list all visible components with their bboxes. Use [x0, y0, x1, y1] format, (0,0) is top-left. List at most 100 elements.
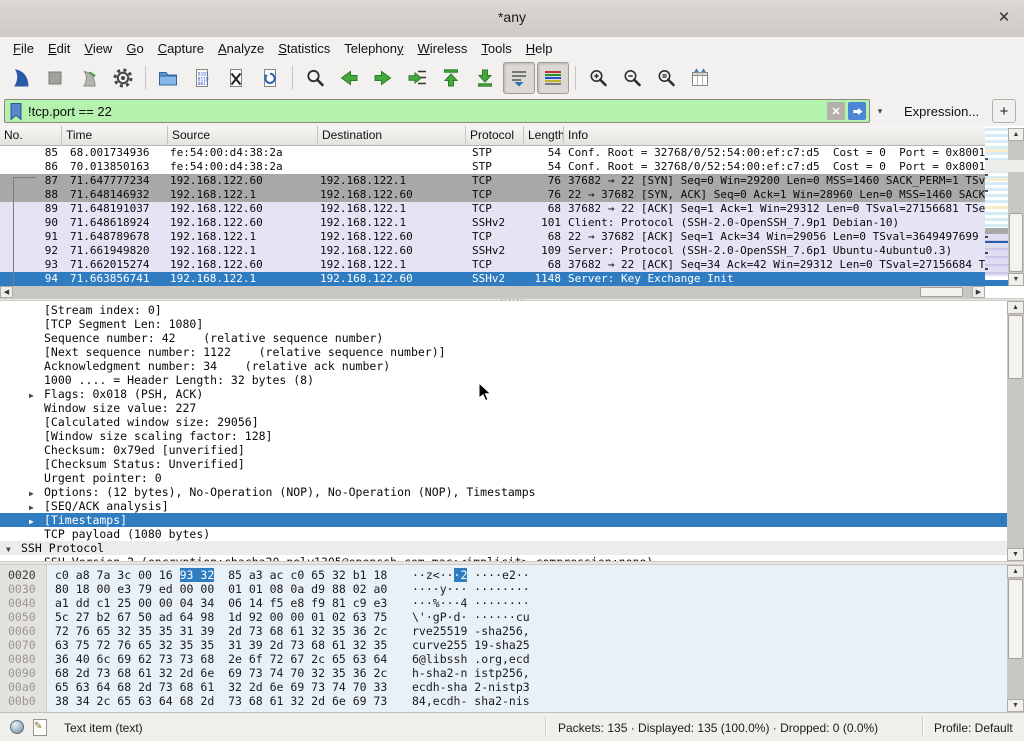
bookmark-icon[interactable]	[9, 102, 23, 121]
detail-line[interactable]: [TCP Segment Len: 1080]	[0, 317, 1007, 331]
detail-line[interactable]: Checksum: 0x79ed [unverified]	[0, 443, 1007, 457]
auto-scroll-toggle[interactable]	[503, 62, 535, 94]
packet-row-88[interactable]: 8871.648146932192.168.122.1192.168.122.6…	[0, 188, 985, 202]
packet-row-94-selected[interactable]: 9471.663856741192.168.122.1192.168.122.6…	[0, 272, 985, 286]
hex-row[interactable]: 0020c0 a8 7a 3c 00 16 93 32 85 a3 ac c0 …	[0, 568, 1007, 582]
scroll-up-arrow[interactable]	[1008, 128, 1024, 141]
close-capture-button[interactable]	[220, 62, 252, 94]
stop-capture-button[interactable]	[39, 62, 71, 94]
expander-icon[interactable]: ▶	[29, 389, 44, 401]
menu-statistics[interactable]: Statistics	[271, 39, 337, 58]
expert-info-icon[interactable]	[10, 720, 24, 734]
add-filter-button[interactable]: +	[992, 99, 1016, 123]
profile-label[interactable]: Profile: Default	[934, 721, 1013, 735]
menu-help[interactable]: Help	[519, 39, 560, 58]
hex-row[interactable]: 00a065 63 64 68 2d 73 68 61 32 2d 6e 69 …	[0, 680, 1007, 694]
display-filter-input[interactable]: !tcp.port == 22 ✕	[4, 99, 870, 123]
packet-list-hscrollbar[interactable]	[0, 286, 985, 298]
detail-line[interactable]: Urgent pointer: 0	[0, 471, 1007, 485]
zoom-100-button[interactable]	[650, 62, 682, 94]
expander-icon[interactable]: ▶	[29, 515, 44, 527]
packet-row-93[interactable]: 9371.662015274192.168.122.60192.168.122.…	[0, 258, 985, 272]
filter-apply-button[interactable]	[848, 102, 866, 120]
detail-line[interactable]: 1000 .... = Header Length: 32 bytes (8)	[0, 373, 1007, 387]
go-forward-button[interactable]	[367, 62, 399, 94]
menu-view[interactable]: View	[77, 39, 119, 58]
scroll-down-arrow[interactable]	[1007, 699, 1024, 712]
detail-line[interactable]: [Next sequence number: 1122 (relative se…	[0, 345, 1007, 359]
filter-clear-button[interactable]: ✕	[827, 102, 845, 120]
detail-line[interactable]: TCP payload (1080 bytes)	[0, 527, 1007, 541]
capture-comment-icon[interactable]	[33, 719, 47, 736]
detail-line-selected[interactable]: ▶[Timestamps]	[0, 513, 1007, 527]
restart-capture-button[interactable]	[73, 62, 105, 94]
hex-row[interactable]: 00b038 34 2c 65 63 64 68 2d 73 68 61 32 …	[0, 694, 1007, 708]
expander-icon[interactable]: ▶	[29, 487, 44, 499]
hex-row[interactable]: 00505c 27 b2 67 50 ad 64 98 1d 92 00 00 …	[0, 610, 1007, 624]
go-last-button[interactable]	[469, 62, 501, 94]
packet-row-85[interactable]: 8568.001734936fe:54:00:d4:38:2aSTP54Conf…	[0, 146, 985, 160]
scroll-thumb[interactable]	[920, 287, 963, 297]
menu-wireless[interactable]: Wireless	[411, 39, 475, 58]
detail-line[interactable]: Window size value: 227	[0, 401, 1007, 415]
packet-row-87[interactable]: 8771.647777234192.168.122.60192.168.122.…	[0, 174, 985, 188]
hex-row[interactable]: 006072 76 65 32 35 35 31 39 2d 73 68 61 …	[0, 624, 1007, 638]
scroll-down-arrow[interactable]	[1008, 273, 1024, 286]
filter-history-dropdown[interactable]: ▾	[872, 106, 888, 117]
column-time[interactable]: Time	[62, 126, 168, 145]
save-capture-button[interactable]: 010101100011	[186, 62, 218, 94]
reload-capture-button[interactable]	[254, 62, 286, 94]
expander-icon[interactable]: ▶	[29, 501, 44, 513]
scroll-thumb[interactable]	[1008, 579, 1023, 659]
menu-analyze[interactable]: Analyze	[211, 39, 271, 58]
scroll-thumb[interactable]	[1008, 315, 1023, 379]
go-to-packet-button[interactable]	[401, 62, 433, 94]
close-button[interactable]: ✕	[994, 8, 1014, 26]
menu-telephony[interactable]: Telephony	[337, 39, 410, 58]
hex-row[interactable]: 003080 18 00 e3 79 ed 00 00 01 01 08 0a …	[0, 582, 1007, 596]
details-vscrollbar[interactable]	[1007, 301, 1024, 561]
scroll-left-arrow[interactable]	[0, 286, 13, 298]
scroll-thumb[interactable]	[1009, 213, 1023, 272]
capture-options-button[interactable]	[107, 62, 139, 94]
detail-line[interactable]: ▶Flags: 0x018 (PSH, ACK)	[0, 387, 1007, 401]
column-info[interactable]: Info	[564, 126, 985, 145]
hex-row[interactable]: 007063 75 72 76 65 32 35 35 31 39 2d 73 …	[0, 638, 1007, 652]
packet-row-91[interactable]: 9171.648789678192.168.122.1192.168.122.6…	[0, 230, 985, 244]
menu-tools[interactable]: Tools	[474, 39, 518, 58]
menu-edit[interactable]: Edit	[41, 39, 77, 58]
detail-line[interactable]: [Stream index: 0]	[0, 303, 1007, 317]
column-destination[interactable]: Destination	[318, 126, 466, 145]
hex-row[interactable]: 0040a1 dd c1 25 00 00 04 34 06 14 f5 e8 …	[0, 596, 1007, 610]
expression-button[interactable]: Expression...	[904, 104, 979, 119]
column-protocol[interactable]: Protocol	[466, 126, 524, 145]
scroll-down-arrow[interactable]	[1007, 548, 1024, 561]
scroll-up-arrow[interactable]	[1007, 301, 1024, 314]
column-source[interactable]: Source	[168, 126, 318, 145]
start-capture-button[interactable]	[5, 62, 37, 94]
zoom-in-button[interactable]	[582, 62, 614, 94]
packet-row-90[interactable]: 9071.648618924192.168.122.60192.168.122.…	[0, 216, 985, 230]
go-back-button[interactable]	[333, 62, 365, 94]
column-length[interactable]: Length	[524, 126, 564, 145]
zoom-out-button[interactable]	[616, 62, 648, 94]
packet-row-92[interactable]: 9271.661949820192.168.122.1192.168.122.6…	[0, 244, 985, 258]
packet-list-minimap[interactable]	[985, 128, 1008, 286]
scroll-right-arrow[interactable]	[972, 286, 985, 298]
packet-row-86[interactable]: 8670.013850163fe:54:00:d4:38:2aSTP54Conf…	[0, 160, 985, 174]
packet-list-vscrollbar[interactable]	[1008, 128, 1024, 286]
title-bar[interactable]: *any ✕	[0, 0, 1024, 38]
colorize-toggle[interactable]	[537, 62, 569, 94]
scroll-up-arrow[interactable]	[1007, 565, 1024, 578]
open-capture-button[interactable]	[152, 62, 184, 94]
detail-line[interactable]: ▼SSH Protocol	[0, 541, 1007, 555]
packet-row-89[interactable]: 8971.648191037192.168.122.60192.168.122.…	[0, 202, 985, 216]
menu-capture[interactable]: Capture	[151, 39, 211, 58]
hex-row[interactable]: 009068 2d 73 68 61 32 2d 6e 69 73 74 70 …	[0, 666, 1007, 680]
column-no[interactable]: No.	[0, 126, 62, 145]
detail-line[interactable]: [Window size scaling factor: 128]	[0, 429, 1007, 443]
expander-icon[interactable]: ▼	[6, 543, 21, 555]
menu-file[interactable]: File	[6, 39, 41, 58]
detail-line[interactable]: Acknowledgment number: 34 (relative ack …	[0, 359, 1007, 373]
go-first-button[interactable]	[435, 62, 467, 94]
